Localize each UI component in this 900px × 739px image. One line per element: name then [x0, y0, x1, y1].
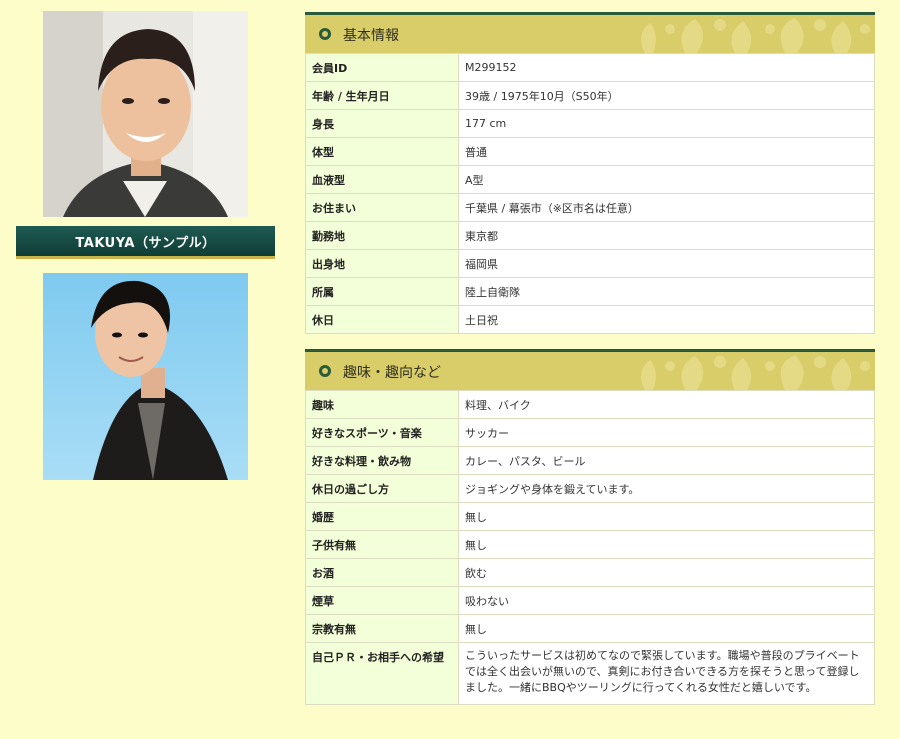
row-value: ジョギングや身体を鍛えています。: [458, 474, 875, 503]
profile-photo-main: [43, 11, 248, 217]
table-row: 年齢 / 生年月日 39歳 / 1975年10月（S50年）: [305, 81, 875, 110]
basic-info-header: 基本情報: [305, 12, 875, 53]
row-key: 子供有無: [305, 530, 459, 559]
row-value: 無し: [458, 502, 875, 531]
row-key: 自己ＰＲ・お相手への希望: [305, 642, 459, 705]
profile-photo-sub: [43, 273, 248, 480]
row-key: 趣味: [305, 390, 459, 419]
basic-info-title: 基本情報: [343, 28, 399, 44]
row-value: 飲む: [458, 558, 875, 587]
section-bullet-icon: [319, 365, 331, 377]
table-row: 煙草 吸わない: [305, 586, 875, 615]
table-row: 身長 177 cm: [305, 109, 875, 138]
basic-info-section: 基本情報 会員ID M299152 年齢 / 生年月日 39歳 / 1975年10月…: [305, 12, 875, 334]
row-value: M299152: [458, 53, 875, 82]
row-value: 東京都: [458, 221, 875, 250]
table-row: 好きな料理・飲み物 カレー、パスタ、ビール: [305, 446, 875, 475]
row-key: 好きな料理・飲み物: [305, 446, 459, 475]
row-key: 勤務地: [305, 221, 459, 250]
row-value: 無し: [458, 530, 875, 559]
row-value: 陸上自衛隊: [458, 277, 875, 306]
hobby-section: 趣味・趣向など 趣味 料理、バイク 好きなスポーツ・音楽 サッカー 好きな料理・飲み…: [305, 349, 875, 705]
table-row: 宗教有無 無し: [305, 614, 875, 643]
table-row: 休日 土日祝: [305, 305, 875, 334]
table-row: 出身地 福岡県: [305, 249, 875, 278]
table-row: 休日の過ごし方 ジョギングや身体を鍛えています。: [305, 474, 875, 503]
hobby-header: 趣味・趣向など: [305, 349, 875, 390]
row-key: 出身地: [305, 249, 459, 278]
table-row: 勤務地 東京都: [305, 221, 875, 250]
row-value: 無し: [458, 614, 875, 643]
row-key: 休日の過ごし方: [305, 474, 459, 503]
row-key: 血液型: [305, 165, 459, 194]
table-row: 体型 普通: [305, 137, 875, 166]
row-key: 婚歴: [305, 502, 459, 531]
row-value: 177 cm: [458, 109, 875, 138]
row-key: 休日: [305, 305, 459, 334]
table-row: 子供有無 無し: [305, 530, 875, 559]
hobby-table: 趣味 料理、バイク 好きなスポーツ・音楽 サッカー 好きな料理・飲み物 カレー、パスタ…: [305, 390, 875, 705]
row-key: お住まい: [305, 193, 459, 222]
table-row: お住まい 千葉県 / 幕張市（※区市名は任意）: [305, 193, 875, 222]
row-key: 身長: [305, 109, 459, 138]
row-value: サッカー: [458, 418, 875, 447]
section-bullet-icon: [319, 28, 331, 40]
row-key: 体型: [305, 137, 459, 166]
row-value: こういったサービスは初めてなので緊張しています。職場や普段のプライベートでは全く…: [458, 642, 875, 705]
table-row: 所属 陸上自衛隊: [305, 277, 875, 306]
table-row: 会員ID M299152: [305, 53, 875, 82]
row-value: 千葉県 / 幕張市（※区市名は任意）: [458, 193, 875, 222]
row-value: 料理、バイク: [458, 390, 875, 419]
table-row: お酒 飲む: [305, 558, 875, 587]
table-row: 自己ＰＲ・お相手への希望 こういったサービスは初めてなので緊張しています。職場や普…: [305, 642, 875, 705]
row-value: 吸わない: [458, 586, 875, 615]
row-key: 宗教有無: [305, 614, 459, 643]
ornament-pattern: [641, 18, 870, 53]
row-value: カレー、パスタ、ビール: [458, 446, 875, 475]
row-key: 好きなスポーツ・音楽: [305, 418, 459, 447]
row-key: 年齢 / 生年月日: [305, 81, 459, 110]
table-row: 婚歴 無し: [305, 502, 875, 531]
row-value: 土日祝: [458, 305, 875, 334]
table-row: 好きなスポーツ・音楽 サッカー: [305, 418, 875, 447]
hobby-title: 趣味・趣向など: [343, 365, 441, 381]
profile-name: TAKUYA（サンプル）: [75, 235, 216, 251]
profile-name-plate: TAKUYA（サンプル）: [16, 226, 275, 259]
row-value: 39歳 / 1975年10月（S50年）: [458, 81, 875, 110]
row-key: 所属: [305, 277, 459, 306]
table-row: 血液型 A型: [305, 165, 875, 194]
row-key: 会員ID: [305, 53, 459, 82]
row-key: お酒: [305, 558, 459, 587]
row-key: 煙草: [305, 586, 459, 615]
row-value: 福岡県: [458, 249, 875, 278]
ornament-pattern: [641, 355, 870, 390]
row-value: 普通: [458, 137, 875, 166]
table-row: 趣味 料理、バイク: [305, 390, 875, 419]
row-value: A型: [458, 165, 875, 194]
basic-info-table: 会員ID M299152 年齢 / 生年月日 39歳 / 1975年10月（S50年…: [305, 53, 875, 334]
